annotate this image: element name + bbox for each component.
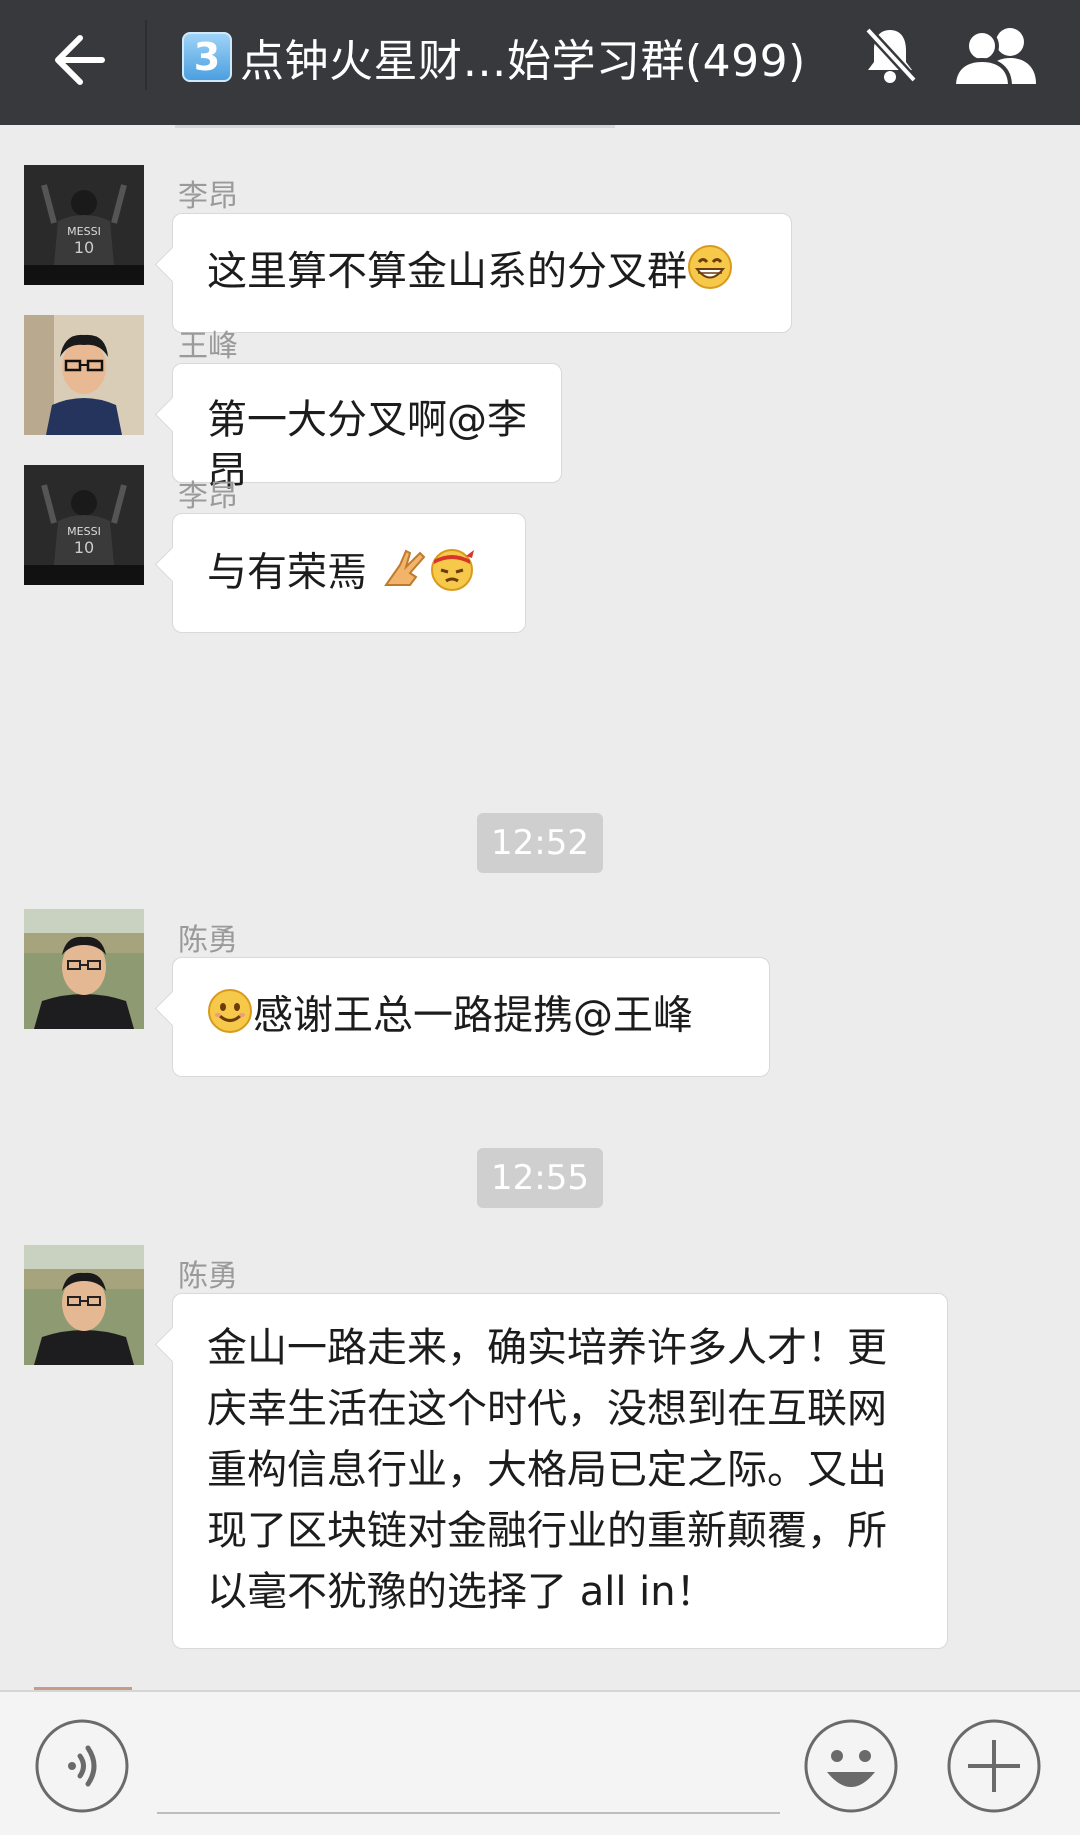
more-options-button[interactable] [946,1718,1042,1814]
partial-bubble-edge [175,125,615,128]
sender-name: 陈勇 [178,923,238,958]
message-text: 金山一路走来，确实培养许多人才！更庆幸生活在这个时代，没想到在互联网重构信息行业… [207,1325,887,1615]
message-list[interactable]: MESSI 10 李昂 这里算不算金山系的分叉群 王峰 第一大分叉啊@李昂 ME… [0,125,1080,1691]
chat-screen: 3 点钟火星财…始学习群(499) MESSI 10 李昂 这里算不算金山系的分… [0,0,1080,1835]
emoji-icon [804,1719,898,1813]
timestamp: 12:52 [477,813,603,873]
avatar[interactable] [24,315,144,435]
svg-text:MESSI: MESSI [67,525,101,538]
arrow-left-icon [55,35,105,85]
message-bubble[interactable]: 第一大分叉啊@李昂 [172,363,562,495]
emoji-button[interactable] [803,1718,899,1814]
svg-text:MESSI: MESSI [67,225,101,238]
avatar[interactable] [24,909,144,1029]
group-members-icon[interactable] [950,22,1042,88]
timestamp: 12:55 [477,1148,603,1208]
message-text: 感谢王总一路提携@王峰 [253,992,693,1039]
avatar[interactable] [24,1245,144,1365]
title-number-badge: 3 [182,32,232,82]
chat-header: 3 点钟火星财…始学习群(499) [0,0,1080,125]
svg-text:10: 10 [74,538,94,557]
sender-name: 王峰 [178,329,238,364]
plus-icon [947,1719,1041,1813]
input-bar [0,1690,1080,1835]
message-text: 这里算不算金山系的分叉群 [207,248,687,295]
sender-name: 李昂 [178,179,238,214]
avatar[interactable]: MESSI 10 [24,465,144,585]
avatar[interactable]: MESSI 10 [24,165,144,285]
back-button[interactable] [40,24,112,96]
message-text: 第一大分叉啊@李昂 [207,397,527,495]
chat-title[interactable]: 3 点钟火星财…始学习群(499) [182,25,806,89]
smile-emoji-icon [207,988,253,1047]
bell-muted-icon[interactable] [860,22,920,88]
sender-name: 陈勇 [178,1259,238,1294]
message-text: 与有荣焉 [207,549,380,596]
message-bubble[interactable]: 与有荣焉 [172,513,526,633]
chat-title-text: 点钟火星财…始学习群(499) [240,36,806,87]
grin-emoji-icon [687,244,733,303]
header-divider [145,20,147,90]
message-bubble[interactable]: 感谢王总一路提携@王峰 [172,957,770,1077]
voice-input-button[interactable] [34,1718,130,1814]
sender-name: 李昂 [178,479,238,514]
message-bubble[interactable]: 这里算不算金山系的分叉群 [172,213,792,333]
svg-text:10: 10 [74,238,94,257]
victory-hand-emoji-icon [380,545,428,604]
voice-input-icon [35,1719,129,1813]
message-bubble[interactable]: 金山一路走来，确实培养许多人才！更庆幸生活在这个时代，没想到在互联网重构信息行业… [172,1293,948,1649]
message-input[interactable] [157,1812,780,1814]
angry-headband-emoji-icon [428,544,476,605]
